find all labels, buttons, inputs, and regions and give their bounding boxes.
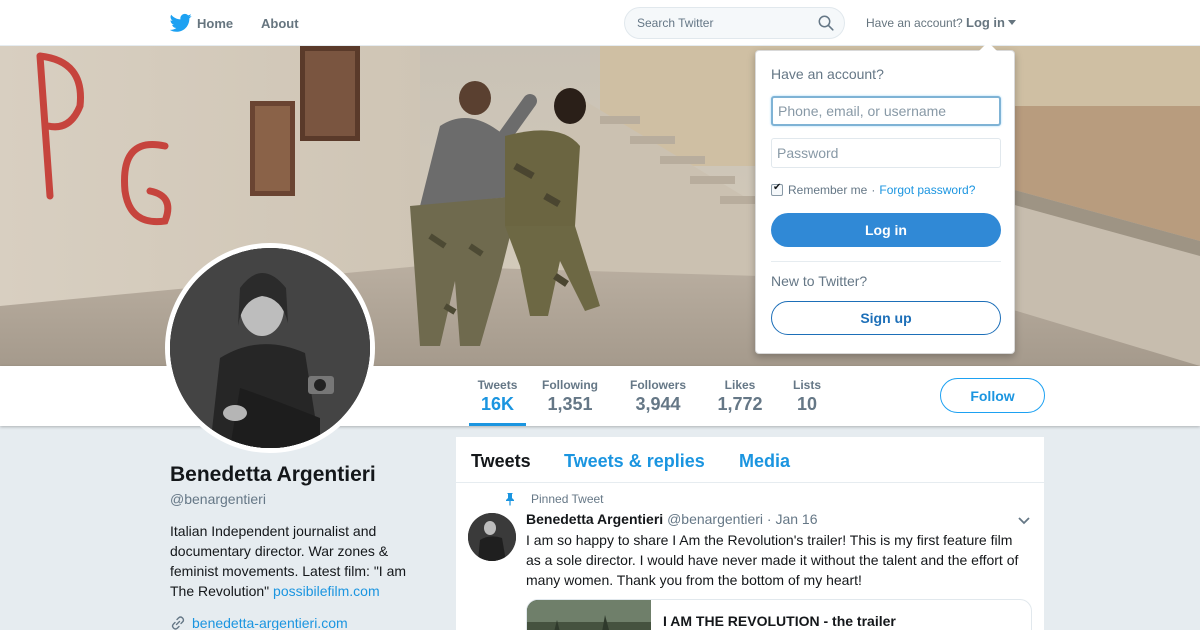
profile-name: Benedetta Argentieri [170,463,376,486]
about-link[interactable]: About [261,16,299,31]
follow-button[interactable]: Follow [940,378,1045,413]
login-link-label: Log in [966,15,1005,30]
login-dropdown: Have an account? Remember me · Forgot pa… [755,42,1015,354]
card-title: I AM THE REVOLUTION - the trailer [663,613,896,629]
stat-label: Tweets [477,378,518,392]
tweet-author-name[interactable]: Benedetta Argentieri [526,511,663,527]
tweet-avatar[interactable] [468,513,516,561]
timeline: Tweets Tweets & replies Media Pinned Twe… [456,437,1044,630]
profile-website[interactable]: benedetta-argentieri.com [170,615,348,630]
avatar[interactable] [165,243,375,453]
link-icon [171,616,185,630]
stat-value: 3,944 [635,394,681,414]
stat-lists[interactable]: Lists 10 [791,378,823,415]
stat-label: Likes [724,378,756,392]
stat-label: Lists [792,378,821,392]
card-thumbnail [527,600,651,630]
profile-handle[interactable]: @benargentieri [170,491,266,507]
caret-down-icon [1008,20,1016,25]
stat-label: Following [542,378,598,392]
pin-icon [506,493,514,506]
stat-followers[interactable]: Followers 3,944 [628,378,688,415]
twitter-bird-icon [170,13,192,32]
profile-bio: Italian Independent journalist and docum… [170,521,420,601]
home-link[interactable]: Home [170,12,233,34]
forgot-password-link[interactable]: Forgot password? [879,183,975,197]
tweet-text: I am so happy to share I Am the Revoluti… [526,532,1019,588]
search-icon[interactable] [818,15,834,31]
tweet-date[interactable]: · Jan 16 [767,511,818,527]
pinned-label: Pinned Tweet [531,492,604,506]
stat-label: Followers [629,378,686,392]
website-label: benedetta-argentieri.com [192,615,348,630]
stat-value: 1,351 [547,394,593,414]
bio-link[interactable]: possibilefilm.com [273,583,380,599]
card-thumbnail-image [527,600,651,630]
separator-dot: · [871,183,876,197]
tweet-avatar-photo [468,513,516,561]
dropdown-divider [771,261,1001,262]
stat-following[interactable]: Following 1,351 [541,378,599,415]
tweet-header: Benedetta Argentieri @benargentieri · Ja… [526,511,818,527]
signup-button[interactable]: Sign up [771,301,1001,335]
chevron-down-icon[interactable] [1017,516,1031,526]
new-to-twitter-text: New to Twitter? [771,273,868,289]
stat-tweets[interactable]: Tweets 16K [469,378,526,426]
username-field[interactable] [771,96,1001,126]
search-box [624,7,845,39]
stat-value: 1,772 [717,394,763,414]
tab-tweets-replies[interactable]: Tweets & replies [564,451,705,472]
top-navigation: Home About Have an account? Log in [0,0,1200,46]
remember-row: Remember me · Forgot password? [771,182,975,197]
tweet-author-handle[interactable]: @benargentieri [667,511,763,527]
stat-value: 10 [796,394,818,414]
tab-media[interactable]: Media [739,451,790,472]
timeline-tabs: Tweets Tweets & replies Media [456,437,1044,483]
login-button[interactable]: Log in [771,213,1001,247]
remember-checkbox[interactable] [771,182,783,196]
avatar-photo [170,248,370,448]
home-label: Home [197,15,234,31]
have-account-text: Have an account? [866,16,963,30]
pinned-label-row: Pinned Tweet [506,492,604,506]
stat-value: 16K [480,394,515,414]
tweet-media-card[interactable]: I AM THE REVOLUTION - the trailer [526,599,1032,630]
stat-likes[interactable]: Likes 1,772 [716,378,764,415]
login-dropdown-toggle[interactable]: Log in [966,15,1016,30]
tab-tweets[interactable]: Tweets [471,451,531,472]
password-field[interactable] [771,138,1001,168]
dropdown-heading: Have an account? [771,66,884,82]
search-input[interactable] [625,8,805,38]
remember-label[interactable]: Remember me [788,183,867,197]
